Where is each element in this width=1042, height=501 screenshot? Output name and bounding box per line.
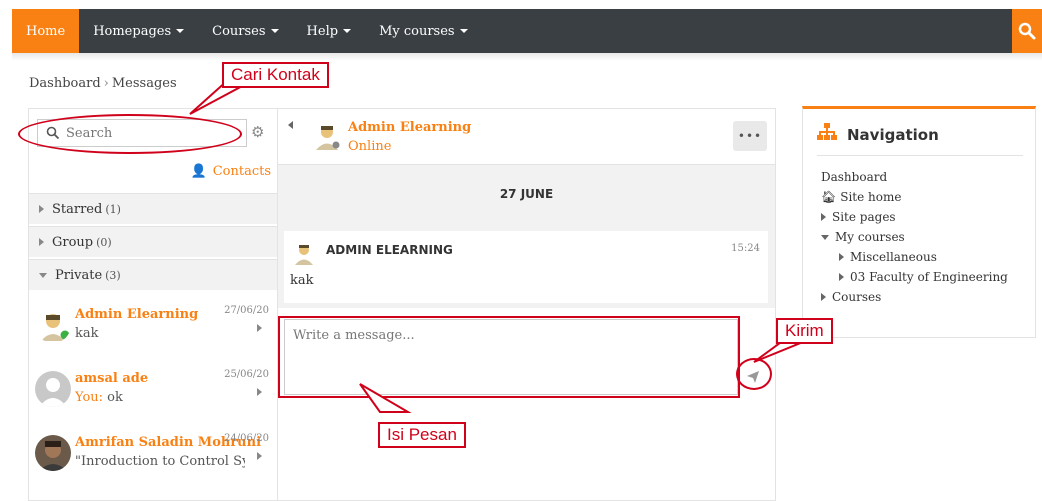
annotation-arrows	[189, 78, 802, 413]
message-callout: Isi Pesan	[378, 422, 466, 448]
search-callout: Cari Kontak	[222, 62, 329, 88]
send-callout: Kirim	[776, 318, 833, 344]
